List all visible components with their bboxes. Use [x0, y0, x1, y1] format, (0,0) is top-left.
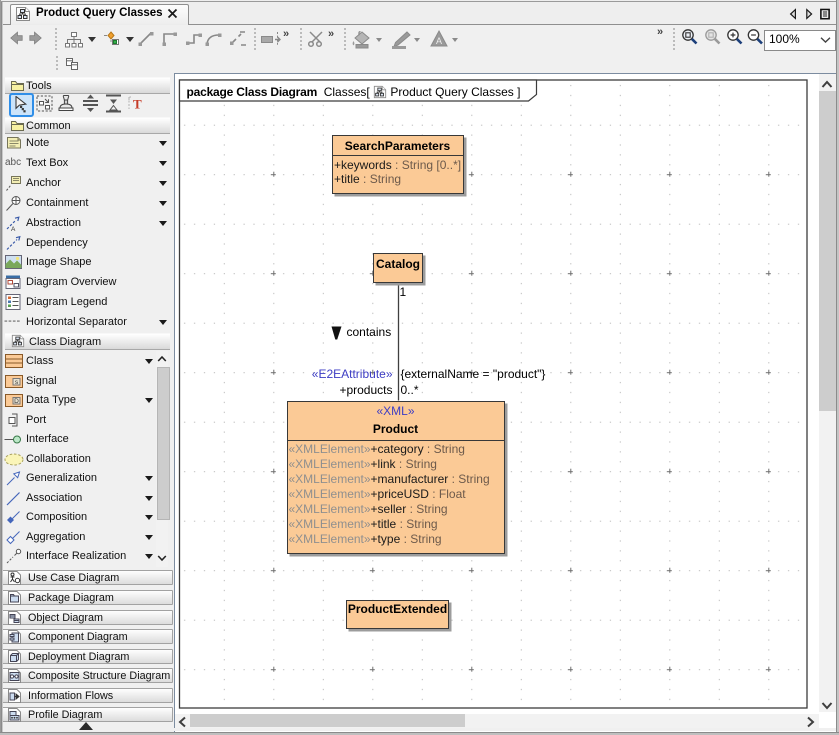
svg-text:A: A — [11, 226, 16, 232]
svg-text:A: A — [436, 36, 442, 46]
svg-text:T: T — [133, 97, 142, 112]
svg-text:D: D — [14, 398, 19, 405]
